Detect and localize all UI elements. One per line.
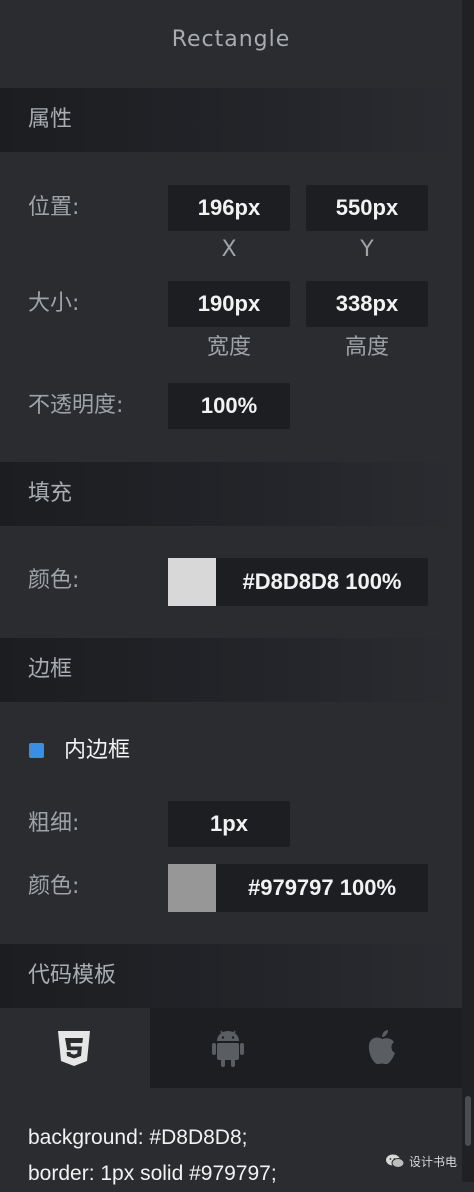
section-header-border: 边框 — [0, 638, 462, 702]
width-field[interactable]: 190px — [168, 281, 290, 327]
thickness-field[interactable]: 1px — [168, 801, 290, 847]
watermark: 设计书电 — [385, 1148, 457, 1174]
code-snippet: background: #D8D8D8; border: 1px solid #9… — [28, 1120, 277, 1192]
border-color-swatch[interactable] — [168, 864, 216, 912]
tab-css[interactable] — [0, 1008, 150, 1088]
tab-android[interactable] — [150, 1008, 306, 1088]
x-caption: X — [221, 237, 237, 262]
fill-color-value: #D8D8D8 100% — [242, 569, 402, 594]
inspector-panel: Rectangle 属性 位置: 196px 550px X Y 大小: 190… — [0, 0, 462, 1185]
section-header-code: 代码模板 — [0, 944, 462, 1008]
border-color-label: 颜色: — [28, 874, 80, 899]
layer-title: Rectangle — [171, 27, 291, 52]
scrollbar-thumb[interactable] — [465, 1096, 471, 1146]
section-title-code: 代码模板 — [28, 963, 117, 988]
section-header-properties: 属性 — [0, 88, 462, 152]
border-color-field[interactable]: #979797 100% — [168, 864, 428, 912]
opacity-label: 不透明度: — [28, 393, 124, 418]
section-header-fill: 填充 — [0, 462, 462, 526]
css3-icon — [58, 1031, 90, 1066]
size-label: 大小: — [28, 291, 80, 316]
y-caption: Y — [360, 237, 374, 262]
section-title-properties: 属性 — [28, 107, 73, 132]
code-platform-tabs — [0, 1008, 462, 1088]
android-icon — [212, 1030, 244, 1067]
watermark-text: 设计书电 — [409, 1154, 458, 1169]
code-line-background: background: #D8D8D8; — [28, 1126, 248, 1149]
height-field[interactable]: 338px — [306, 281, 428, 327]
border-color-value: #979797 100% — [247, 875, 397, 900]
thickness-label: 粗细: — [28, 811, 80, 836]
fill-color-field[interactable]: #D8D8D8 100% — [168, 558, 428, 606]
width-caption: 宽度 — [206, 335, 251, 360]
height-caption: 高度 — [344, 335, 389, 360]
opacity-field[interactable]: 100% — [168, 383, 290, 429]
scrollbar[interactable] — [462, 0, 474, 1182]
code-line-border: border: 1px solid #979797; — [28, 1162, 277, 1185]
tab-ios[interactable] — [306, 1008, 462, 1088]
section-title-border: 边框 — [28, 657, 73, 682]
inner-border-label[interactable]: 内边框 — [64, 733, 130, 769]
x-position-field[interactable]: 196px — [168, 185, 290, 231]
section-title-fill: 填充 — [28, 481, 73, 506]
y-position-field[interactable]: 550px — [306, 185, 428, 231]
apple-icon — [368, 1030, 395, 1065]
fill-color-label: 颜色: — [28, 568, 80, 593]
inner-border-checkbox[interactable] — [29, 743, 44, 758]
wechat-icon — [386, 1154, 405, 1168]
position-label: 位置: — [28, 195, 80, 220]
fill-color-swatch[interactable] — [168, 558, 216, 606]
